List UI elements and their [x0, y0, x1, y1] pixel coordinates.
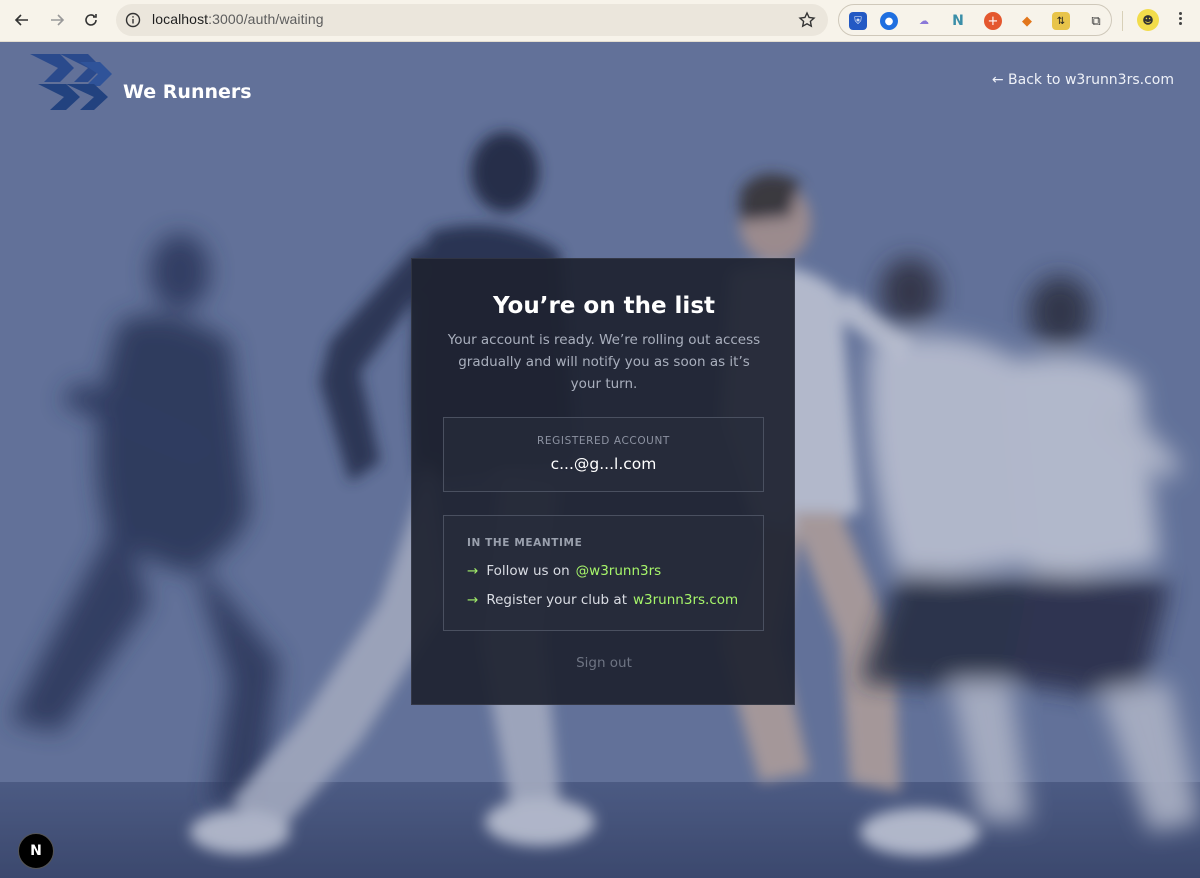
toolbar-divider	[1122, 11, 1123, 31]
bookmark-star-icon[interactable]	[798, 11, 816, 29]
waiting-page: We Runners ← Back to w3runn3rs.com You’r…	[0, 42, 1200, 878]
swap-extension-icon[interactable]: ⇅	[1052, 12, 1070, 30]
extensions-bar: ⛨ ● ☁ N + ◆ ⇅ ⧉	[838, 4, 1112, 36]
registered-account-label: REGISTERED ACCOUNT	[537, 435, 670, 447]
site-info-icon[interactable]	[125, 12, 141, 28]
arrow-right-icon: →	[467, 592, 479, 608]
n-extension-icon[interactable]: N	[949, 12, 967, 30]
address-bar[interactable]: localhost:3000/auth/waiting	[116, 4, 828, 36]
sign-out-button[interactable]: Sign out	[412, 655, 796, 671]
follow-text: Follow us on	[486, 563, 570, 579]
forward-arrow-icon[interactable]	[45, 8, 69, 32]
register-club-link[interactable]: w3runn3rs.com	[633, 592, 738, 608]
nextjs-dev-badge[interactable]: N	[18, 833, 54, 869]
cloud-extension-icon[interactable]: ☁	[915, 12, 933, 30]
reload-icon[interactable]	[79, 8, 103, 32]
arrow-right-icon: →	[467, 563, 479, 579]
brand-name: We Runners	[123, 81, 252, 103]
waitlist-card: You’re on the list Your account is ready…	[411, 258, 795, 705]
brand-home-link[interactable]: We Runners	[30, 54, 252, 110]
url-text: localhost:3000/auth/waiting	[152, 11, 324, 27]
card-description: Your account is ready. We’re rolling out…	[447, 332, 761, 392]
registered-account-box: REGISTERED ACCOUNT c...@g...l.com	[443, 417, 764, 492]
list-item: → Follow us on @w3runn3rs	[467, 563, 661, 579]
browser-toolbar: localhost:3000/auth/waiting ⛨ ● ☁ N + ◆ …	[0, 0, 1200, 42]
bitwarden-extension-icon[interactable]: ⛨	[849, 12, 867, 30]
we-runners-logo-icon	[30, 54, 112, 110]
register-club-text: Register your club at	[486, 592, 627, 608]
social-handle-link[interactable]: @w3runn3rs	[576, 563, 662, 579]
meantime-box: IN THE MEANTIME → Follow us on @w3runn3rs …	[443, 515, 764, 631]
meantime-title: IN THE MEANTIME	[467, 537, 583, 549]
profile-avatar-icon[interactable]: ☻	[1137, 9, 1159, 31]
registered-email: c...@g...l.com	[550, 455, 657, 473]
back-to-site-link[interactable]: ← Back to w3runn3rs.com	[992, 72, 1174, 88]
back-arrow-icon[interactable]	[10, 8, 34, 32]
card-title: You’re on the list	[492, 293, 715, 319]
lens-extension-icon[interactable]: ●	[880, 12, 898, 30]
metamask-fox-icon[interactable]: ◆	[1018, 12, 1036, 30]
plus-extension-icon[interactable]: +	[984, 12, 1002, 30]
list-item: → Register your club at w3runn3rs.com	[467, 592, 738, 608]
chrome-menu-icon[interactable]	[1177, 10, 1183, 30]
extensions-puzzle-icon[interactable]: ⧉	[1087, 12, 1105, 30]
